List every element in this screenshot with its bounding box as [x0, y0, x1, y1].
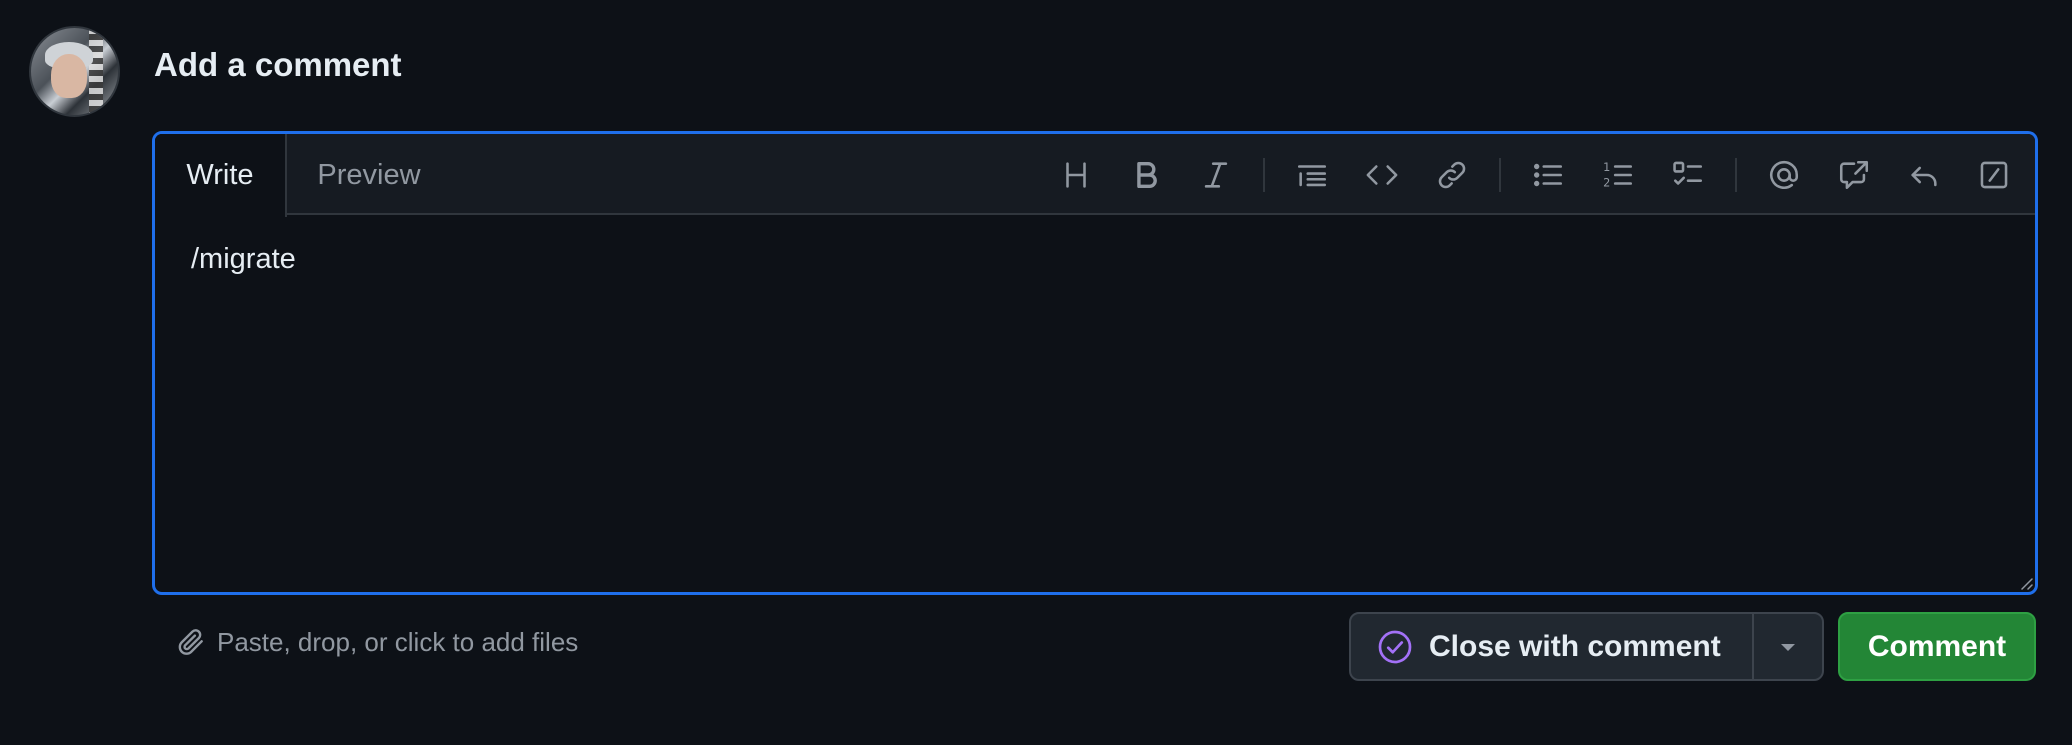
tab-preview[interactable]: Preview — [289, 134, 449, 217]
editor-header: Write Preview 1 2 — [155, 134, 2035, 217]
avatar-face — [51, 54, 87, 98]
svg-text:2: 2 — [1603, 175, 1610, 189]
unordered-list-icon[interactable] — [1513, 145, 1583, 205]
close-with-comment-button[interactable]: Close with comment — [1351, 614, 1754, 679]
comment-editor: Write Preview 1 2 /migrate — [152, 131, 2038, 595]
heading-icon[interactable] — [1041, 145, 1111, 205]
markdown-toolbar: 12 — [1041, 134, 2029, 215]
paperclip-icon — [178, 629, 203, 655]
svg-text:1: 1 — [1603, 159, 1610, 173]
toolbar-divider — [1263, 157, 1265, 192]
toolbar-divider — [1499, 157, 1501, 192]
tab-write[interactable]: Write — [155, 134, 287, 217]
ordered-list-icon[interactable]: 12 — [1583, 145, 1653, 205]
cross-reference-icon[interactable] — [1819, 145, 1889, 205]
saved-reply-icon[interactable] — [1889, 145, 1959, 205]
close-issue-group: Close with comment — [1349, 612, 1824, 681]
slash-commands-icon[interactable] — [1959, 145, 2029, 205]
triangle-down-icon — [1781, 643, 1795, 651]
comment-heading: Add a comment — [154, 46, 402, 83]
resize-handle-icon[interactable] — [2019, 576, 2033, 590]
close-with-comment-label: Close with comment — [1429, 629, 1721, 663]
link-icon[interactable] — [1417, 145, 1487, 205]
code-icon[interactable] — [1347, 145, 1417, 205]
close-options-dropdown[interactable] — [1754, 614, 1822, 679]
attach-files-label: Paste, drop, or click to add files — [217, 626, 579, 657]
toolbar-divider — [1735, 157, 1737, 192]
check-circle-icon — [1378, 630, 1412, 663]
avatar-background — [89, 28, 103, 115]
comment-button[interactable]: Comment — [1838, 612, 2036, 681]
user-avatar[interactable] — [29, 26, 120, 117]
attach-files[interactable]: Paste, drop, or click to add files — [175, 626, 578, 658]
task-list-icon[interactable] — [1653, 145, 1723, 205]
quote-icon[interactable] — [1277, 145, 1347, 205]
bold-icon[interactable] — [1111, 145, 1181, 205]
italic-icon[interactable] — [1181, 145, 1251, 205]
comment-body-input[interactable]: /migrate — [155, 217, 2035, 592]
mention-icon[interactable] — [1749, 145, 1819, 205]
